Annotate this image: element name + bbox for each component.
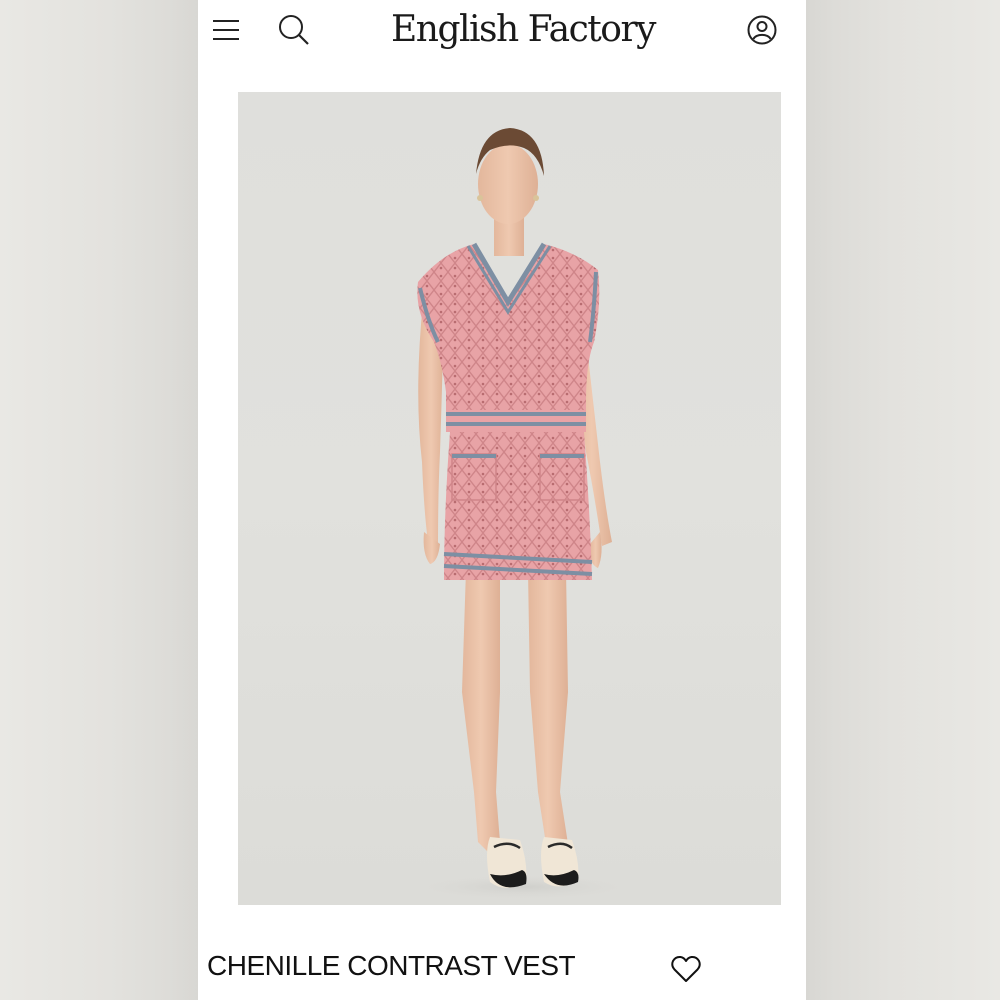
blurred-backdrop-right [806,0,1000,1000]
brand-logo[interactable]: English Factory [348,2,698,58]
heart-outline-icon [671,955,701,982]
wishlist-button[interactable] [668,951,704,987]
blurred-backdrop-left [0,0,198,1000]
model-illustration [403,128,643,901]
menu-button[interactable] [206,12,246,48]
product-photo[interactable] [238,92,781,905]
user-account-icon [747,15,777,45]
account-button[interactable] [742,10,782,50]
product-title: CHENILLE CONTRAST VEST [207,950,576,981]
hamburger-menu-icon [213,20,239,40]
search-icon [279,15,309,45]
mobile-screen: English Factory CHENILLE CONTRAST VEST [198,0,806,1000]
search-button[interactable] [274,10,314,50]
